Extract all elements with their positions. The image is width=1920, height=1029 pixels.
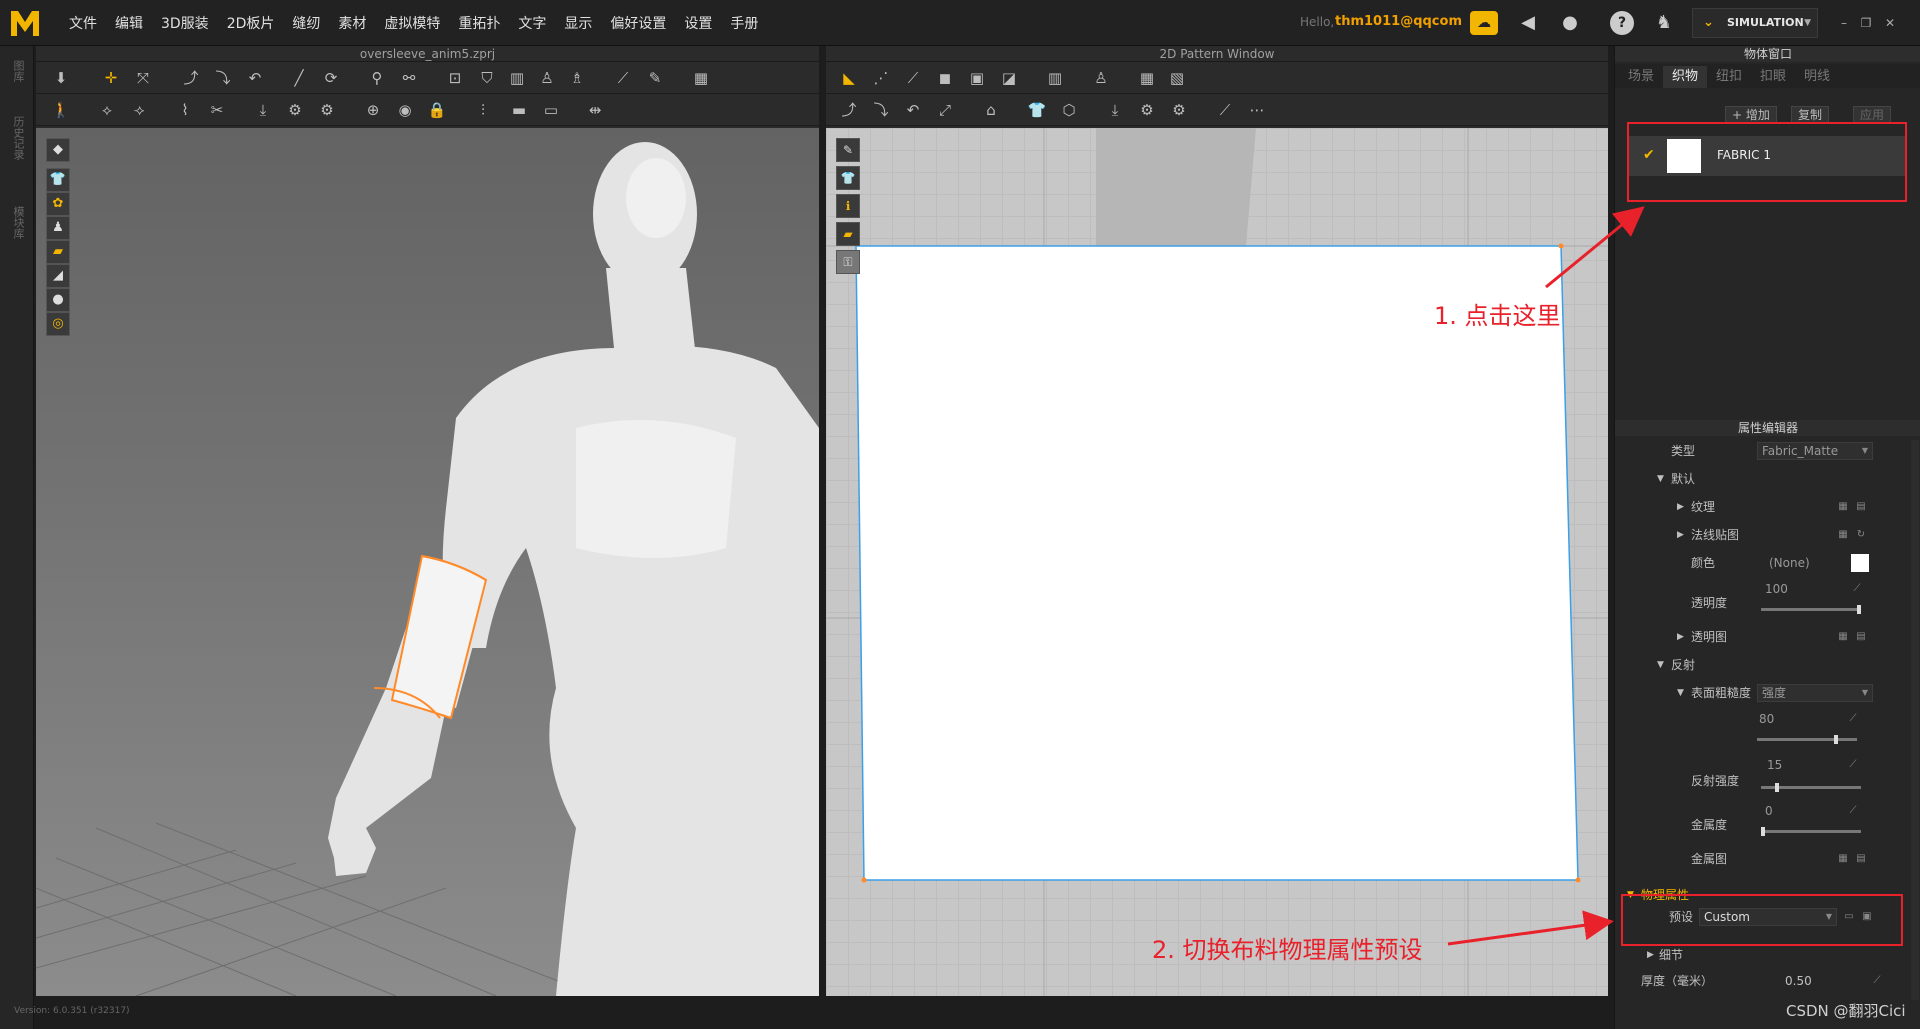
watermark: CSDN @翻羽Cici [1786, 1002, 1906, 1020]
annotation-arrows [1447, 206, 1645, 946]
annotation-step1: 1. 点击这里 [1434, 302, 1561, 330]
arrow-step2 [1447, 910, 1614, 946]
annotation-step2: 2. 切换布料物理属性预设 [1152, 936, 1423, 964]
version-label: Version: 6.0.351 (r32317) [14, 1006, 130, 1016]
arrow-step1 [1545, 206, 1645, 289]
